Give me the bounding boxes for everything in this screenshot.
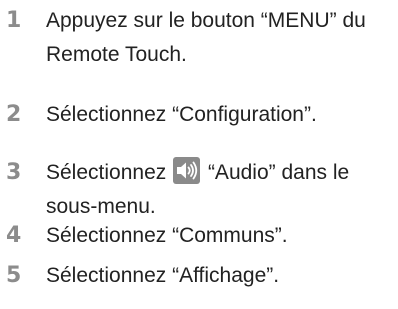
step-text-line: Sélectionnez “Communs”. <box>46 224 288 247</box>
step-number: 5 <box>6 263 22 288</box>
step-text-line: Sélectionnez “Audio” dans le <box>46 156 394 190</box>
step-text: Sélectionnez “Configuration”. <box>46 98 394 132</box>
step-number: 4 <box>6 223 22 248</box>
speaker-audio-icon <box>173 157 201 184</box>
step-text-line: Remote Touch. <box>46 43 187 66</box>
step-text: Sélectionnez “Communs”. <box>46 219 394 253</box>
step-number: 1 <box>6 8 22 33</box>
step-text: Sélectionnez “Affichage”. <box>46 259 394 293</box>
step-text: Sélectionnez “Audio” dans le sous-menu. <box>46 156 394 224</box>
step-text-line: Appuyez sur le bouton “MENU” du <box>46 9 366 32</box>
step-text-line: Sélectionnez “Configuration”. <box>46 103 317 126</box>
step-text: Appuyez sur le bouton “MENU” du Remote T… <box>46 4 394 72</box>
step-text-after-icon: “Audio” dans le <box>207 161 350 184</box>
step-text-before-icon: Sélectionnez <box>46 161 167 184</box>
step-number: 3 <box>6 160 22 185</box>
step-text-line: Sélectionnez “Affichage”. <box>46 264 280 287</box>
step-number: 2 <box>6 102 22 127</box>
